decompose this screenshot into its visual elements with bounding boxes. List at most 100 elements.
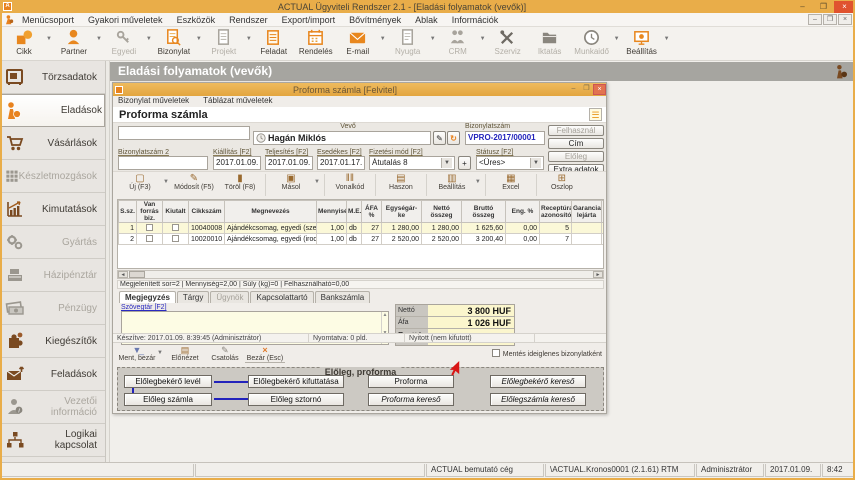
email-dropdown-arrow[interactable]: ▼ <box>380 36 386 42</box>
menu-eszkozok[interactable]: Eszközök <box>170 15 223 25</box>
grid-row-1[interactable]: 1 10040008 Ajándékcsomag, egyedi (személ… <box>119 223 605 234</box>
proforma-button[interactable]: Proforma <box>368 375 454 388</box>
proforma-kereso-button[interactable]: Proforma kereső <box>368 393 454 406</box>
col-eng[interactable]: Eng. % <box>506 201 540 223</box>
mdi-minimize-button[interactable]: – <box>808 14 822 25</box>
torol-button[interactable]: ▮Töröl (F8) <box>217 173 263 191</box>
bizonylatszam2-input[interactable] <box>118 156 208 170</box>
document-list-icon[interactable]: ☰ <box>589 108 602 121</box>
bizonylat-dropdown-arrow[interactable]: ▼ <box>196 36 202 42</box>
col-netto[interactable]: Nettó összeg <box>422 201 462 223</box>
menu-export-import[interactable]: Export/import <box>275 15 343 25</box>
beallitas-dropdown-arrow[interactable]: ▼ <box>475 179 481 185</box>
ideiglenes-checkbox[interactable]: Mentés ideiglenes bizonylatként <box>492 349 602 358</box>
toolbar-feladat[interactable]: Feladat <box>254 28 294 56</box>
row-checkbox[interactable] <box>137 234 163 245</box>
sidebar-item-eladasok[interactable]: Eladások <box>0 94 105 127</box>
teljesites-input[interactable]: 2017.01.09. <box>265 156 313 170</box>
col-van-forras[interactable]: Van forrás biz. <box>137 201 163 223</box>
toolbar-cikk[interactable]: Cikk <box>4 28 44 56</box>
history-clock-icon[interactable] <box>256 133 266 143</box>
toolbar-bizonylat[interactable]: Bizonylat <box>154 28 194 56</box>
kiallitas-input[interactable]: 2017.01.09. <box>213 156 261 170</box>
col-receptura[interactable]: Receptúra azonosító <box>540 201 572 223</box>
masol-dropdown-arrow[interactable]: ▼ <box>314 179 320 185</box>
esedekes-input[interactable]: 2017.01.17. <box>317 156 365 170</box>
bezar-button[interactable]: ×Bezár (Esc) <box>245 345 285 363</box>
uj-button[interactable]: ▢Új (F3) <box>117 173 163 191</box>
col-afa[interactable]: ÁFA % <box>362 201 382 223</box>
modosit-button[interactable]: ✎Módosít (F5) <box>171 173 217 191</box>
menu-tablazat-muveletek[interactable]: Táblázat műveletek <box>203 96 272 107</box>
add-payment-method-button[interactable]: + <box>458 156 471 170</box>
checkbox-unchecked[interactable] <box>492 349 500 357</box>
col-brutto[interactable]: Bruttó összeg <box>462 201 506 223</box>
mdi-restore-button[interactable]: ❐ <box>823 14 837 25</box>
row-checkbox[interactable] <box>163 234 189 245</box>
menu-bovitmenyek[interactable]: Bővítmények <box>342 15 408 25</box>
uj-dropdown-arrow[interactable]: ▼ <box>163 179 169 185</box>
sidebar-item-feladasok[interactable]: Feladások <box>0 358 105 391</box>
vevo-field[interactable]: Hagán Miklós <box>253 131 431 145</box>
sidebar-item-torzsadatok[interactable]: Törzsadatok <box>0 61 105 94</box>
col-egysegar[interactable]: Egységár-ke <box>382 201 422 223</box>
csatolas-button[interactable]: ✎Csatolás <box>205 345 245 362</box>
cikk-dropdown-arrow[interactable]: ▼ <box>46 36 52 42</box>
chevron-down-icon[interactable]: ▼ <box>530 158 541 168</box>
col-garancia[interactable]: Garancia lejárta <box>572 201 602 223</box>
grid-row-2[interactable]: 2 10020010 Ajándékcsomag, egyedi (iroda)… <box>119 234 605 245</box>
sidebar-item-vasarlasok[interactable]: Vásárlások <box>0 127 105 160</box>
beallitas-dropdown-arrow[interactable]: ▼ <box>664 36 670 42</box>
col-opcio[interactable]: Opci <box>602 201 605 223</box>
dialog-maximize-button[interactable]: ❐ <box>580 84 593 95</box>
chevron-down-icon[interactable]: ▼ <box>441 158 452 168</box>
close-button[interactable]: × <box>834 1 855 13</box>
elonezet-button[interactable]: ▤Előnézet <box>165 345 205 362</box>
dialog-close-button[interactable]: × <box>593 84 606 95</box>
tab-megjegyzes[interactable]: Megjegyzés <box>119 291 176 303</box>
masol-button[interactable]: ▣Másol <box>268 173 314 191</box>
elolegbekero-kereso-button[interactable]: Előlegbekérő kereső <box>490 375 586 388</box>
col-mennyiseg[interactable]: Mennyiség <box>317 201 347 223</box>
sidebar-item-kimutatasok[interactable]: Kimutatások <box>0 193 105 226</box>
elolegszamla-kereso-button[interactable]: Előlegszámla kereső <box>490 393 586 406</box>
scroll-thumb[interactable] <box>129 271 145 278</box>
haszon-button[interactable]: ▤Haszon <box>378 173 424 191</box>
col-cikkszam[interactable]: Cikkszám <box>189 201 225 223</box>
oszlop-button[interactable]: ⊞Oszlop <box>539 173 585 191</box>
excel-button[interactable]: ▦Excel <box>488 173 534 191</box>
menu-informaciok[interactable]: Információk <box>445 15 506 25</box>
col-kiutalt[interactable]: Kiutalt <box>163 201 189 223</box>
eloleg-szamla-button[interactable]: Előleg számla <box>124 393 212 406</box>
menu-gyakori-muveletek[interactable]: Gyakori műveletek <box>81 15 170 25</box>
menu-bizonylat-muveletek[interactable]: Bizonylat műveletek <box>118 96 189 107</box>
szovegtar-link[interactable]: Szövegtár [F2] <box>121 304 167 311</box>
statusz-select[interactable]: <Üres>▼ <box>476 156 544 170</box>
partner-code-input[interactable] <box>118 126 250 140</box>
refresh-partner-icon[interactable]: ↻ <box>447 131 460 145</box>
elolegbekero-level-button[interactable]: Előlegbekérő levél <box>124 375 212 388</box>
partner-dropdown-arrow[interactable]: ▼ <box>96 36 102 42</box>
menu-ablak[interactable]: Ablak <box>408 15 445 25</box>
col-me[interactable]: M.E. <box>347 201 362 223</box>
menu-menucsoport[interactable]: Menücsoport <box>15 15 81 25</box>
menu-rendszer[interactable]: Rendszer <box>222 15 275 25</box>
toolbar-rendeles[interactable]: Rendelés <box>296 28 336 56</box>
col-megnevezes[interactable]: Megnevezés <box>225 201 317 223</box>
row-checkbox[interactable] <box>137 223 163 234</box>
col-ssz[interactable]: S.sz. <box>119 201 137 223</box>
sidebar-item-logikai-kapcsolat[interactable]: Logikai kapcsolat <box>0 424 105 457</box>
row-checkbox[interactable] <box>163 223 189 234</box>
toolbar-beallitas[interactable]: Beállítás <box>622 28 662 56</box>
ment-bezar-button[interactable]: ▼̲Ment, bezár <box>117 345 157 362</box>
mdi-close-button[interactable]: × <box>838 14 852 25</box>
scroll-right-arrow[interactable]: ► <box>593 271 603 278</box>
dialog-minimize-button[interactable]: – <box>567 84 580 95</box>
horizontal-scrollbar[interactable]: ◄ ► <box>117 270 604 279</box>
toolbar-partner[interactable]: Partner <box>54 28 94 56</box>
vonalkod-button[interactable]: ‖‖Vonalkód <box>327 173 373 191</box>
sidebar-item-kiegeszitok[interactable]: Kiegészítők <box>0 325 105 358</box>
eloleg-sztorno-button[interactable]: Előleg sztornó <box>248 393 344 406</box>
edit-partner-icon[interactable]: ✎ <box>433 131 446 145</box>
scroll-left-arrow[interactable]: ◄ <box>118 271 128 278</box>
